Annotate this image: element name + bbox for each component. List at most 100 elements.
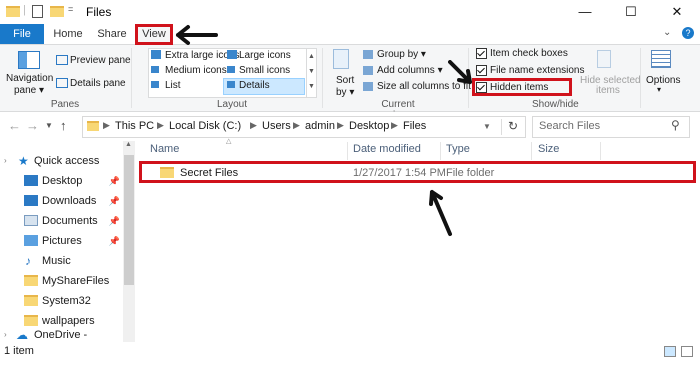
arrow-annotation-icon (176, 25, 218, 45)
tab-view[interactable]: View (135, 24, 173, 45)
item-check-boxes-checkbox[interactable] (476, 48, 487, 59)
back-button[interactable]: ← (8, 118, 21, 133)
file-name-extensions-checkbox[interactable] (476, 65, 487, 76)
sort-by-button[interactable]: Sort (336, 75, 354, 86)
folder-icon (160, 167, 174, 178)
layout-details[interactable]: Details (239, 80, 270, 91)
layout-gallery: Extra large icons Large icons Medium ico… (148, 48, 307, 98)
column-header-date-modified[interactable]: Date modified (353, 143, 421, 155)
add-columns-button[interactable]: Add columns ▾ (377, 65, 443, 76)
preview-pane-button[interactable]: Preview pane (70, 55, 131, 66)
new-folder-icon[interactable] (50, 6, 64, 17)
layout-small-icons[interactable]: Small icons (239, 65, 290, 76)
options-button[interactable]: Options (646, 75, 680, 86)
help-icon[interactable]: ? (682, 27, 694, 39)
details-pane-button[interactable]: Details pane (70, 78, 126, 89)
navigation-pane-label[interactable]: pane ▾ (14, 85, 44, 96)
breadcrumb-local-disk[interactable]: Local Disk (C:) (169, 120, 241, 132)
show-hide-group-label: Show/hide (532, 99, 579, 110)
group-by-button[interactable]: Group by ▾ (377, 49, 426, 60)
nav-item-label: Pictures (42, 235, 82, 247)
nav-item-music[interactable]: ♪ Music (0, 251, 122, 271)
file-name-extensions-option[interactable]: File name extensions (476, 65, 585, 76)
search-icon: ⚲ (671, 118, 680, 132)
layout-scroll-arrows[interactable]: ▲ ▼ ▼ (306, 48, 317, 98)
breadcrumb-users[interactable]: Users (262, 120, 291, 132)
tab-share[interactable]: Share (94, 24, 130, 44)
arrow-annotation-icon (448, 60, 472, 84)
options-icon[interactable] (651, 50, 671, 68)
folder-icon (87, 121, 99, 131)
file-row-date: 1/27/2017 1:54 PM (353, 167, 446, 179)
breadcrumb-desktop[interactable]: Desktop (349, 120, 389, 132)
star-icon: ★ (18, 154, 29, 168)
folder-icon (6, 6, 20, 17)
column-header-type[interactable]: Type (446, 143, 470, 155)
tab-file[interactable]: File (0, 24, 44, 44)
layout-large-icons[interactable]: Large icons (239, 50, 291, 61)
nav-item-desktop[interactable]: Desktop 📌 (0, 171, 122, 191)
pin-icon[interactable]: 📌 (109, 211, 120, 231)
sort-indicator-icon: △ (226, 138, 232, 145)
address-dropdown-icon[interactable]: ▼ (483, 122, 491, 131)
layout-medium-icons[interactable]: Medium icons (165, 65, 227, 76)
file-row-type: File folder (446, 167, 495, 179)
nav-item-documents[interactable]: Documents 📌 (0, 211, 122, 231)
navigation-pane-button[interactable]: Navigation (6, 73, 53, 84)
nav-item-downloads[interactable]: Downloads 📌 (0, 191, 122, 211)
nav-quick-access[interactable]: › ★ Quick access (0, 151, 122, 171)
pin-icon[interactable]: 📌 (109, 231, 120, 251)
sort-icon[interactable] (333, 49, 349, 69)
address-row: ← → ▼ ↑ ▶ This PC ▶ Local Disk (C:) ▶ Us… (0, 112, 700, 140)
options-dropdown-icon[interactable]: ▾ (657, 85, 661, 94)
layout-list[interactable]: List (165, 80, 181, 91)
nav-item-mysharefiles[interactable]: MyShareFiles (0, 271, 122, 291)
breadcrumb-admin[interactable]: admin (305, 120, 335, 132)
pin-icon[interactable]: 📌 (109, 191, 120, 211)
expand-icon[interactable]: › (4, 151, 7, 171)
search-box[interactable]: Search Files ⚲ (532, 116, 690, 138)
details-view-icon[interactable] (664, 346, 676, 357)
forward-button[interactable]: → (26, 118, 39, 133)
navigation-pane: › ★ Quick access Desktop 📌 Downloads 📌 D… (0, 141, 134, 361)
maximize-button[interactable]: ☐ (608, 0, 654, 24)
sort-by-label[interactable]: by ▾ (336, 87, 354, 98)
minimize-button[interactable]: — (562, 0, 608, 24)
nav-item-label: MyShareFiles (42, 275, 110, 287)
nav-item-label: Downloads (42, 195, 97, 207)
ribbon-view: Navigation pane ▾ Preview pane Details p… (0, 45, 700, 121)
close-button[interactable]: ✕ (654, 0, 700, 24)
scroll-up-icon[interactable]: ▲ (125, 141, 132, 148)
folder-icon (24, 275, 38, 286)
refresh-icon[interactable]: ↻ (508, 119, 518, 133)
nav-quick-access-label: Quick access (34, 155, 100, 167)
quick-access-dropdown-icon[interactable]: = (68, 4, 73, 14)
nav-item-system32[interactable]: System32 (0, 291, 122, 311)
up-button[interactable]: ↑ (60, 118, 67, 133)
hide-selected-label: items (596, 85, 620, 96)
desktop-icon (24, 175, 38, 186)
nav-item-pictures[interactable]: Pictures 📌 (0, 231, 122, 251)
search-input[interactable]: Search Files (539, 120, 600, 132)
file-row-name[interactable]: Secret Files (180, 167, 238, 179)
downloads-icon (24, 195, 38, 206)
recent-locations-icon[interactable]: ▼ (45, 121, 53, 130)
navigation-pane-icon[interactable] (18, 51, 40, 69)
preview-pane-icon (56, 55, 68, 65)
address-bar[interactable]: ▶ This PC ▶ Local Disk (C:) ▶ Users ▶ ad… (82, 116, 526, 138)
documents-icon (24, 215, 38, 226)
large-icons-view-icon[interactable] (681, 346, 693, 357)
breadcrumb-this-pc[interactable]: This PC (115, 120, 154, 132)
nav-scrollbar-thumb[interactable] (124, 155, 134, 285)
collapse-ribbon-icon[interactable]: ⌄ (663, 27, 671, 38)
item-check-boxes-option[interactable]: Item check boxes (476, 48, 568, 59)
pin-icon[interactable]: 📌 (109, 171, 120, 191)
column-header-name[interactable]: Name (150, 143, 179, 155)
column-header-size[interactable]: Size (538, 143, 559, 155)
folder-icon (24, 295, 38, 306)
window-title: Files (86, 5, 112, 19)
properties-icon[interactable] (32, 5, 43, 18)
nav-item-label: System32 (42, 295, 91, 307)
tab-home[interactable]: Home (50, 24, 86, 44)
breadcrumb-files[interactable]: Files (403, 120, 426, 132)
